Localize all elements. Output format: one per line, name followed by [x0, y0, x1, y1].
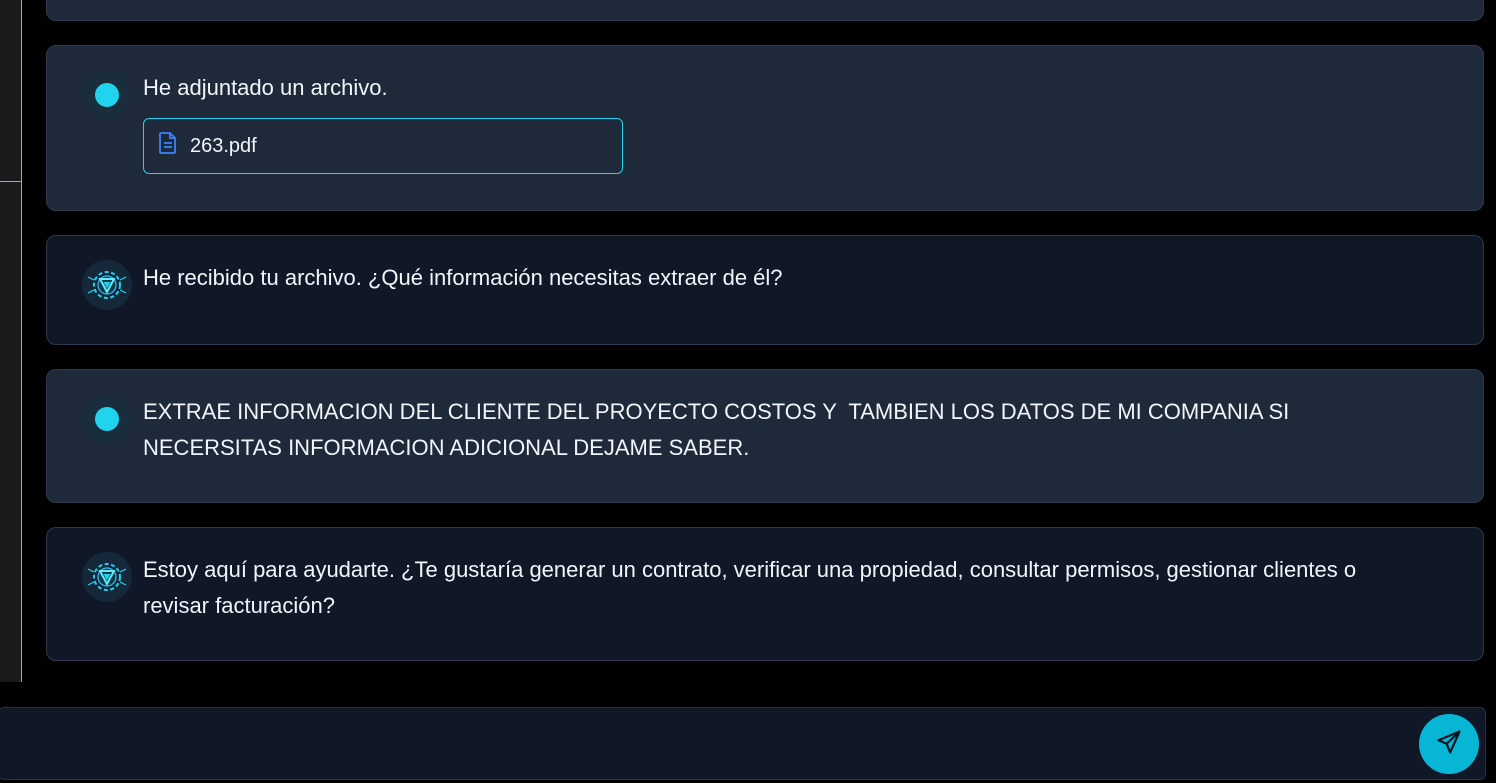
assistant-message: He recibido tu archivo. ¿Qué información… [46, 235, 1484, 345]
send-icon [1435, 728, 1463, 761]
send-button[interactable] [1419, 714, 1479, 774]
user-avatar [82, 70, 132, 120]
attachment-chip[interactable]: 263.pdf [143, 118, 623, 174]
assistant-logo-icon [82, 260, 132, 310]
assistant-message: Estoy aquí para ayudarte. ¿Te gustaría g… [46, 527, 1484, 661]
sidebar [0, 0, 22, 682]
sidebar-active-indicator [0, 181, 21, 182]
user-status-dot [95, 83, 119, 107]
message-text: EXTRAE INFORMACION DEL CLIENTE DEL PROYE… [143, 399, 1296, 460]
message-input[interactable] [19, 708, 1403, 781]
user-message: He adjuntado un archivo. 263.pdf [46, 45, 1484, 211]
message-text: He adjuntado un archivo. [143, 75, 388, 100]
composer [0, 707, 1486, 781]
composer-bar [0, 682, 1496, 783]
user-avatar [82, 394, 132, 444]
assistant-logo-icon [82, 552, 132, 602]
file-text-icon [158, 132, 178, 160]
user-status-dot [95, 407, 119, 431]
previous-message-card [46, 0, 1484, 21]
message-text: Estoy aquí para ayudarte. ¿Te gustaría g… [143, 557, 1357, 618]
message-text: He recibido tu archivo. ¿Qué información… [143, 265, 783, 290]
user-message: EXTRAE INFORMACION DEL CLIENTE DEL PROYE… [46, 369, 1484, 503]
attachment-filename: 263.pdf [190, 134, 257, 157]
